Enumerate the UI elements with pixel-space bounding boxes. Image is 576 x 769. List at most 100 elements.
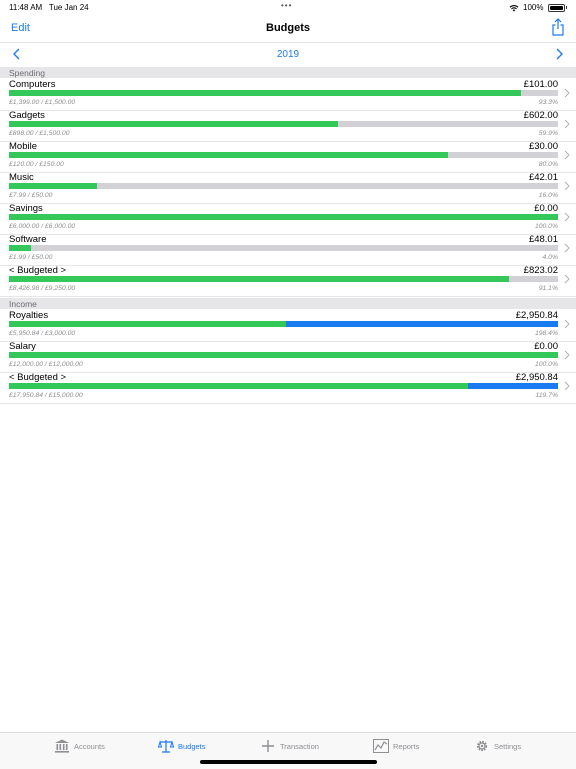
disclosure-chevron-icon — [564, 181, 570, 191]
bank-icon — [55, 739, 69, 753]
wifi-icon — [509, 4, 519, 11]
tab-label: Budgets — [178, 741, 206, 751]
disclosure-chevron-icon — [564, 319, 570, 329]
budget-percent: 93.3% — [538, 99, 558, 106]
budget-remaining: £2,950.84 — [515, 310, 558, 321]
budget-percent: 59.9% — [538, 130, 558, 137]
battery-icon — [547, 3, 565, 12]
budget-detail: £120.00 / £150.00 — [9, 161, 64, 168]
tab-settings[interactable]: Settings — [474, 739, 521, 753]
section-title: Income — [9, 299, 37, 309]
budget-row-music[interactable]: Music £42.01 £7.99 / £50.00 16.0% — [0, 172, 576, 204]
budget-name: Mobile — [9, 141, 37, 152]
budget-row-mobile[interactable]: Mobile £30.00 £120.00 / £150.00 80.0% — [0, 141, 576, 173]
home-indicator[interactable] — [200, 760, 377, 764]
progress-overflow — [285, 321, 558, 327]
budget-name: < Budgeted > — [9, 265, 67, 276]
budget-row-gadgets[interactable]: Gadgets £602.00 £898.00 / £1,500.00 59.9… — [0, 110, 576, 142]
progress-fill — [9, 245, 31, 251]
progress-overflow — [467, 383, 558, 389]
gear-icon — [476, 740, 488, 752]
disclosure-chevron-icon — [564, 212, 570, 222]
tab-label: Reports — [393, 741, 420, 751]
budget-detail: £7.99 / £50.00 — [9, 192, 53, 199]
progress-bar — [9, 90, 558, 96]
disclosure-chevron-icon — [564, 350, 570, 360]
disclosure-chevron-icon — [564, 243, 570, 253]
budget-percent: 80.0% — [538, 161, 558, 168]
tab-reports[interactable]: Reports — [373, 739, 419, 753]
budget-detail: £898.00 / £1,500.00 — [9, 130, 70, 137]
section-title: Spending — [9, 68, 45, 78]
budget-name: Software — [9, 234, 47, 245]
disclosure-chevron-icon — [564, 119, 570, 129]
status-right: 100% — [509, 3, 567, 12]
budget-row-salary[interactable]: Salary £0.00 £12,000.00 / £12,000.00 100… — [0, 341, 576, 373]
budget-name: Savings — [9, 203, 43, 214]
chart-icon — [373, 739, 389, 753]
budget-detail: £6,000.00 / £6,000.00 — [9, 223, 76, 230]
disclosure-chevron-icon — [564, 274, 570, 284]
battery-tip — [565, 6, 567, 9]
tab-label: Settings — [494, 741, 522, 751]
multitask-dots-icon[interactable]: ••• — [281, 1, 292, 10]
tab-label: Accounts — [74, 741, 105, 751]
progress-bar — [9, 183, 558, 189]
status-time: 11:48 AM — [9, 3, 43, 12]
navigation-bar: Budgets Edit — [0, 14, 576, 43]
budget-percent: 119.7% — [535, 392, 558, 399]
budget-row-savings[interactable]: Savings £0.00 £6,000.00 / £6,000.00 100.… — [0, 203, 576, 235]
share-icon[interactable] — [551, 18, 565, 36]
budget-remaining: £2,950.84 — [515, 372, 558, 383]
progress-bar — [9, 276, 558, 282]
battery-percent: 100% — [523, 3, 544, 12]
budget-detail: £12,000.00 / £12,000.00 — [9, 361, 83, 368]
budget-name: Music — [9, 172, 34, 183]
progress-bar — [9, 352, 558, 358]
budget-row-income-total[interactable]: < Budgeted > £2,950.84 £17,950.84 / £15,… — [0, 372, 576, 404]
budget-percent: 16.0% — [538, 192, 558, 199]
section-header-income: Income — [0, 298, 576, 309]
tab-transaction[interactable]: Transaction — [260, 739, 319, 753]
budget-row-computers[interactable]: Computers £101.00 £1,399.00 / £1,500.00 … — [0, 79, 576, 111]
budget-remaining: £602.00 — [523, 110, 558, 121]
budget-remaining: £48.01 — [528, 234, 558, 245]
progress-fill — [9, 276, 510, 282]
progress-fill — [9, 352, 558, 358]
budget-detail: £8,426.98 / £9,250.00 — [9, 285, 76, 292]
progress-fill — [9, 121, 338, 127]
chevron-right-icon[interactable] — [552, 47, 566, 61]
year-label[interactable]: 2019 — [0, 49, 576, 60]
budget-percent: 91.1% — [538, 285, 558, 292]
disclosure-chevron-icon — [564, 88, 570, 98]
progress-bar — [9, 245, 558, 251]
budget-name: < Budgeted > — [9, 372, 67, 383]
budget-row-spending-total[interactable]: < Budgeted > £823.02 £8,426.98 / £9,250.… — [0, 265, 576, 297]
progress-fill — [9, 152, 449, 158]
budget-name: Gadgets — [9, 110, 45, 121]
progress-fill — [9, 214, 558, 220]
budget-name: Computers — [9, 79, 56, 90]
budget-detail: £1.99 / £50.00 — [9, 254, 53, 261]
budget-remaining: £42.01 — [528, 172, 558, 183]
progress-bar — [9, 321, 558, 327]
budget-detail: £1,399.00 / £1,500.00 — [9, 99, 76, 106]
budget-detail: £5,950.84 / £3,000.00 — [9, 330, 76, 337]
progress-fill — [9, 321, 286, 327]
tab-accounts[interactable]: Accounts — [54, 739, 105, 753]
budget-detail: £17,950.84 / £15,000.00 — [9, 392, 83, 399]
section-header-spending: Spending — [0, 67, 576, 78]
budget-percent: 4.0% — [542, 254, 559, 261]
progress-bar — [9, 383, 558, 389]
budget-row-software[interactable]: Software £48.01 £1.99 / £50.00 4.0% — [0, 234, 576, 266]
tab-budgets[interactable]: Budgets — [158, 739, 206, 753]
budget-percent: 198.4% — [534, 330, 558, 337]
edit-button[interactable]: Edit — [11, 22, 30, 34]
budget-row-royalties[interactable]: Royalties £2,950.84 £5,950.84 / £3,000.0… — [0, 310, 576, 342]
progress-bar — [9, 152, 558, 158]
budget-remaining: £0.00 — [534, 341, 558, 352]
progress-fill — [9, 383, 468, 389]
progress-fill — [9, 183, 97, 189]
budget-name: Royalties — [9, 310, 49, 321]
disclosure-chevron-icon — [564, 150, 570, 160]
